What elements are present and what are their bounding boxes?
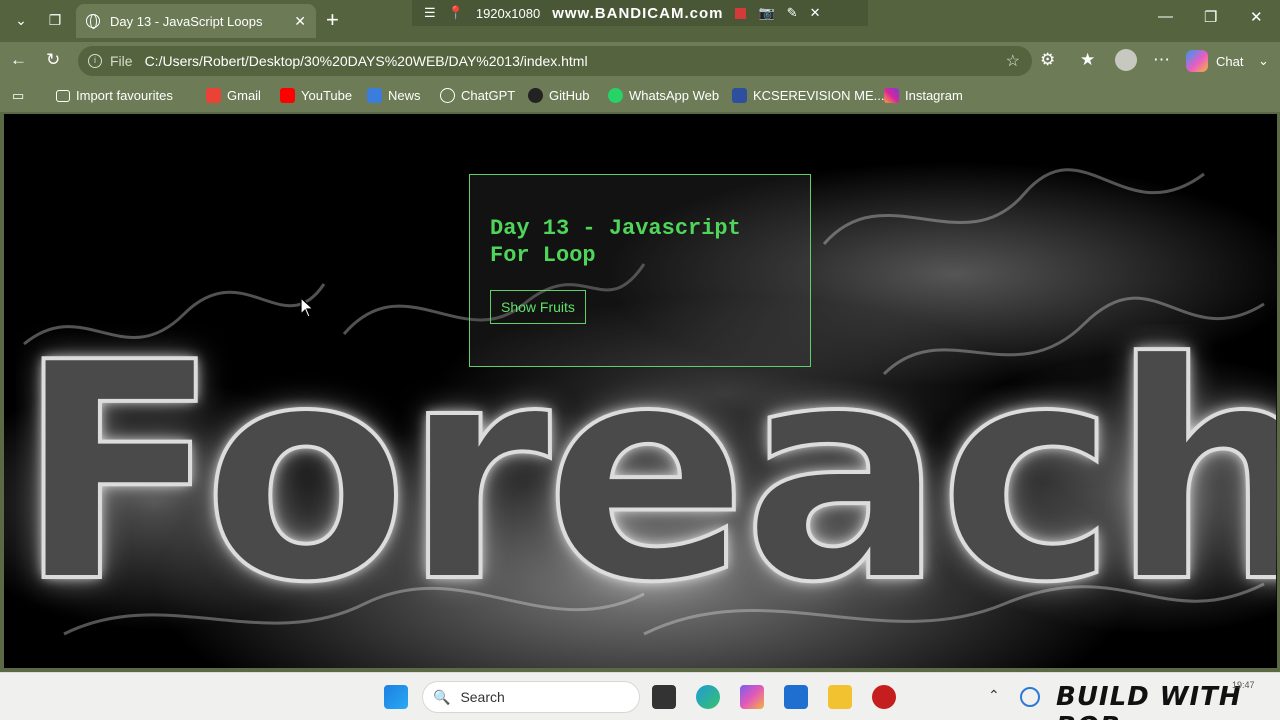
search-placeholder: Search: [460, 689, 505, 705]
bookmarks-bar: ▭ Import favourites Gmail YouTube News C…: [0, 80, 1280, 112]
m365-icon[interactable]: [740, 685, 764, 709]
bookmark-label: Gmail: [227, 88, 261, 103]
info-icon[interactable]: i: [88, 54, 102, 68]
copilot-chat-button[interactable]: Chat: [1186, 50, 1243, 72]
taskbar-search[interactable]: 🔍 Search: [422, 681, 640, 713]
search-icon: 🔍: [433, 688, 451, 705]
network-icon[interactable]: [1020, 687, 1040, 707]
bookmark-label: KCSEREVISION ME...: [753, 88, 885, 103]
copilot-icon: [1186, 50, 1208, 72]
record-stop-icon[interactable]: [735, 7, 747, 19]
mouse-cursor-icon: [300, 297, 315, 318]
instagram-icon: [884, 88, 899, 103]
address-bar[interactable]: i File C:/Users/Robert/Desktop/30%20DAYS…: [78, 46, 1032, 76]
browser-title-bar: ⌄ ❐ Day 13 - JavaScript Loops ✕ + ☰ 📍 19…: [0, 0, 1280, 42]
tab-title: Day 13 - JavaScript Loops: [110, 13, 263, 29]
bookmark-news[interactable]: News: [367, 88, 421, 103]
restore-icon[interactable]: ❐: [1204, 8, 1217, 26]
background-word: Foreach: [16, 324, 1276, 624]
task-view-icon[interactable]: [652, 685, 676, 709]
bookmark-instagram[interactable]: Instagram: [884, 88, 963, 103]
bookmark-label: YouTube: [301, 88, 353, 103]
chevron-up-icon[interactable]: ⌃: [988, 687, 1008, 707]
extensions-icon[interactable]: ⚙: [1040, 50, 1055, 70]
bookmark-label: WhatsApp Web: [629, 88, 720, 103]
bookmark-label: Instagram: [905, 88, 963, 103]
bookmark-chatgpt[interactable]: ChatGPT: [440, 88, 515, 103]
chevron-down-icon[interactable]: ⌄: [1258, 53, 1269, 69]
camera-icon[interactable]: 📷: [758, 5, 774, 21]
show-fruits-button[interactable]: Show Fruits: [490, 290, 586, 324]
content-card: Day 13 - Javascript For Loop Show Fruits: [469, 174, 811, 367]
more-options-icon[interactable]: ⋯: [1153, 50, 1170, 70]
file-explorer-icon[interactable]: [828, 685, 852, 709]
bookmark-whatsapp[interactable]: WhatsApp Web: [608, 88, 719, 103]
globe-icon: [86, 14, 100, 29]
github-icon: [528, 88, 543, 103]
store-icon[interactable]: [784, 685, 808, 709]
tab-active[interactable]: Day 13 - JavaScript Loops ✕: [76, 4, 316, 38]
edge-icon[interactable]: [696, 685, 720, 709]
bookmark-github[interactable]: GitHub: [528, 88, 589, 103]
minimize-icon[interactable]: —: [1158, 8, 1173, 25]
recorder-brand: www.BANDICAM.com: [552, 4, 724, 22]
gmail-icon: [206, 88, 221, 103]
back-arrow-icon[interactable]: ←: [10, 50, 27, 70]
close-tab-icon[interactable]: ✕: [294, 13, 306, 30]
kr-icon: [732, 88, 747, 103]
chatgpt-icon: [440, 88, 455, 103]
windows-start-icon[interactable]: [384, 685, 408, 709]
bookmark-label: ChatGPT: [461, 88, 516, 103]
sidebar-toggle-icon[interactable]: ▭: [12, 88, 24, 104]
bookmark-import-favourites[interactable]: Import favourites: [56, 88, 173, 103]
new-tab-button[interactable]: +: [326, 8, 339, 32]
page-viewport: Foreach Day 13 - Javascript For Loop Sho…: [4, 114, 1277, 668]
recorder-toolbar: ☰ 📍 1920x1080 www.BANDICAM.com 📷 ✎ ✕: [412, 0, 868, 26]
url-text[interactable]: C:/Users/Robert/Desktop/30%20DAYS%20WEB/…: [145, 53, 588, 69]
bookmark-label: News: [388, 88, 421, 103]
chat-label: Chat: [1216, 53, 1244, 69]
bookmark-label: GitHub: [549, 88, 590, 103]
youtube-icon: [280, 88, 295, 103]
workspaces-icon[interactable]: ❐: [40, 6, 70, 34]
bookmark-gmail[interactable]: Gmail: [206, 88, 261, 103]
recorder-close-icon[interactable]: ✕: [810, 5, 821, 21]
page-title: Day 13 - Javascript For Loop: [490, 216, 741, 268]
menu-icon[interactable]: ☰: [424, 5, 436, 21]
news-icon: [367, 88, 382, 103]
favorite-star-icon[interactable]: ☆: [1006, 51, 1020, 71]
pin-icon[interactable]: 📍: [448, 5, 464, 21]
bandicam-icon[interactable]: [872, 685, 896, 709]
scheme-label: File: [110, 53, 133, 69]
whatsapp-icon: [608, 88, 623, 103]
pencil-icon[interactable]: ✎: [787, 5, 798, 21]
bookmark-label: Import favourites: [76, 88, 173, 103]
navigation-bar: ← ↻ i File C:/Users/Robert/Desktop/30%20…: [0, 42, 1280, 80]
close-window-icon[interactable]: ✕: [1250, 8, 1263, 26]
favorites-icon[interactable]: ★: [1080, 50, 1095, 70]
refresh-icon[interactable]: ↻: [46, 50, 60, 70]
bookmark-youtube[interactable]: YouTube: [280, 88, 352, 103]
recorder-resolution: 1920x1080: [475, 5, 541, 21]
tab-list-chevron-icon[interactable]: ⌄: [6, 6, 36, 34]
profile-avatar[interactable]: [1115, 49, 1137, 71]
bookmark-kcserevision[interactable]: KCSEREVISION ME...: [732, 88, 884, 103]
taskbar-clock[interactable]: 19:47: [1232, 680, 1255, 690]
import-icon: [56, 89, 70, 102]
